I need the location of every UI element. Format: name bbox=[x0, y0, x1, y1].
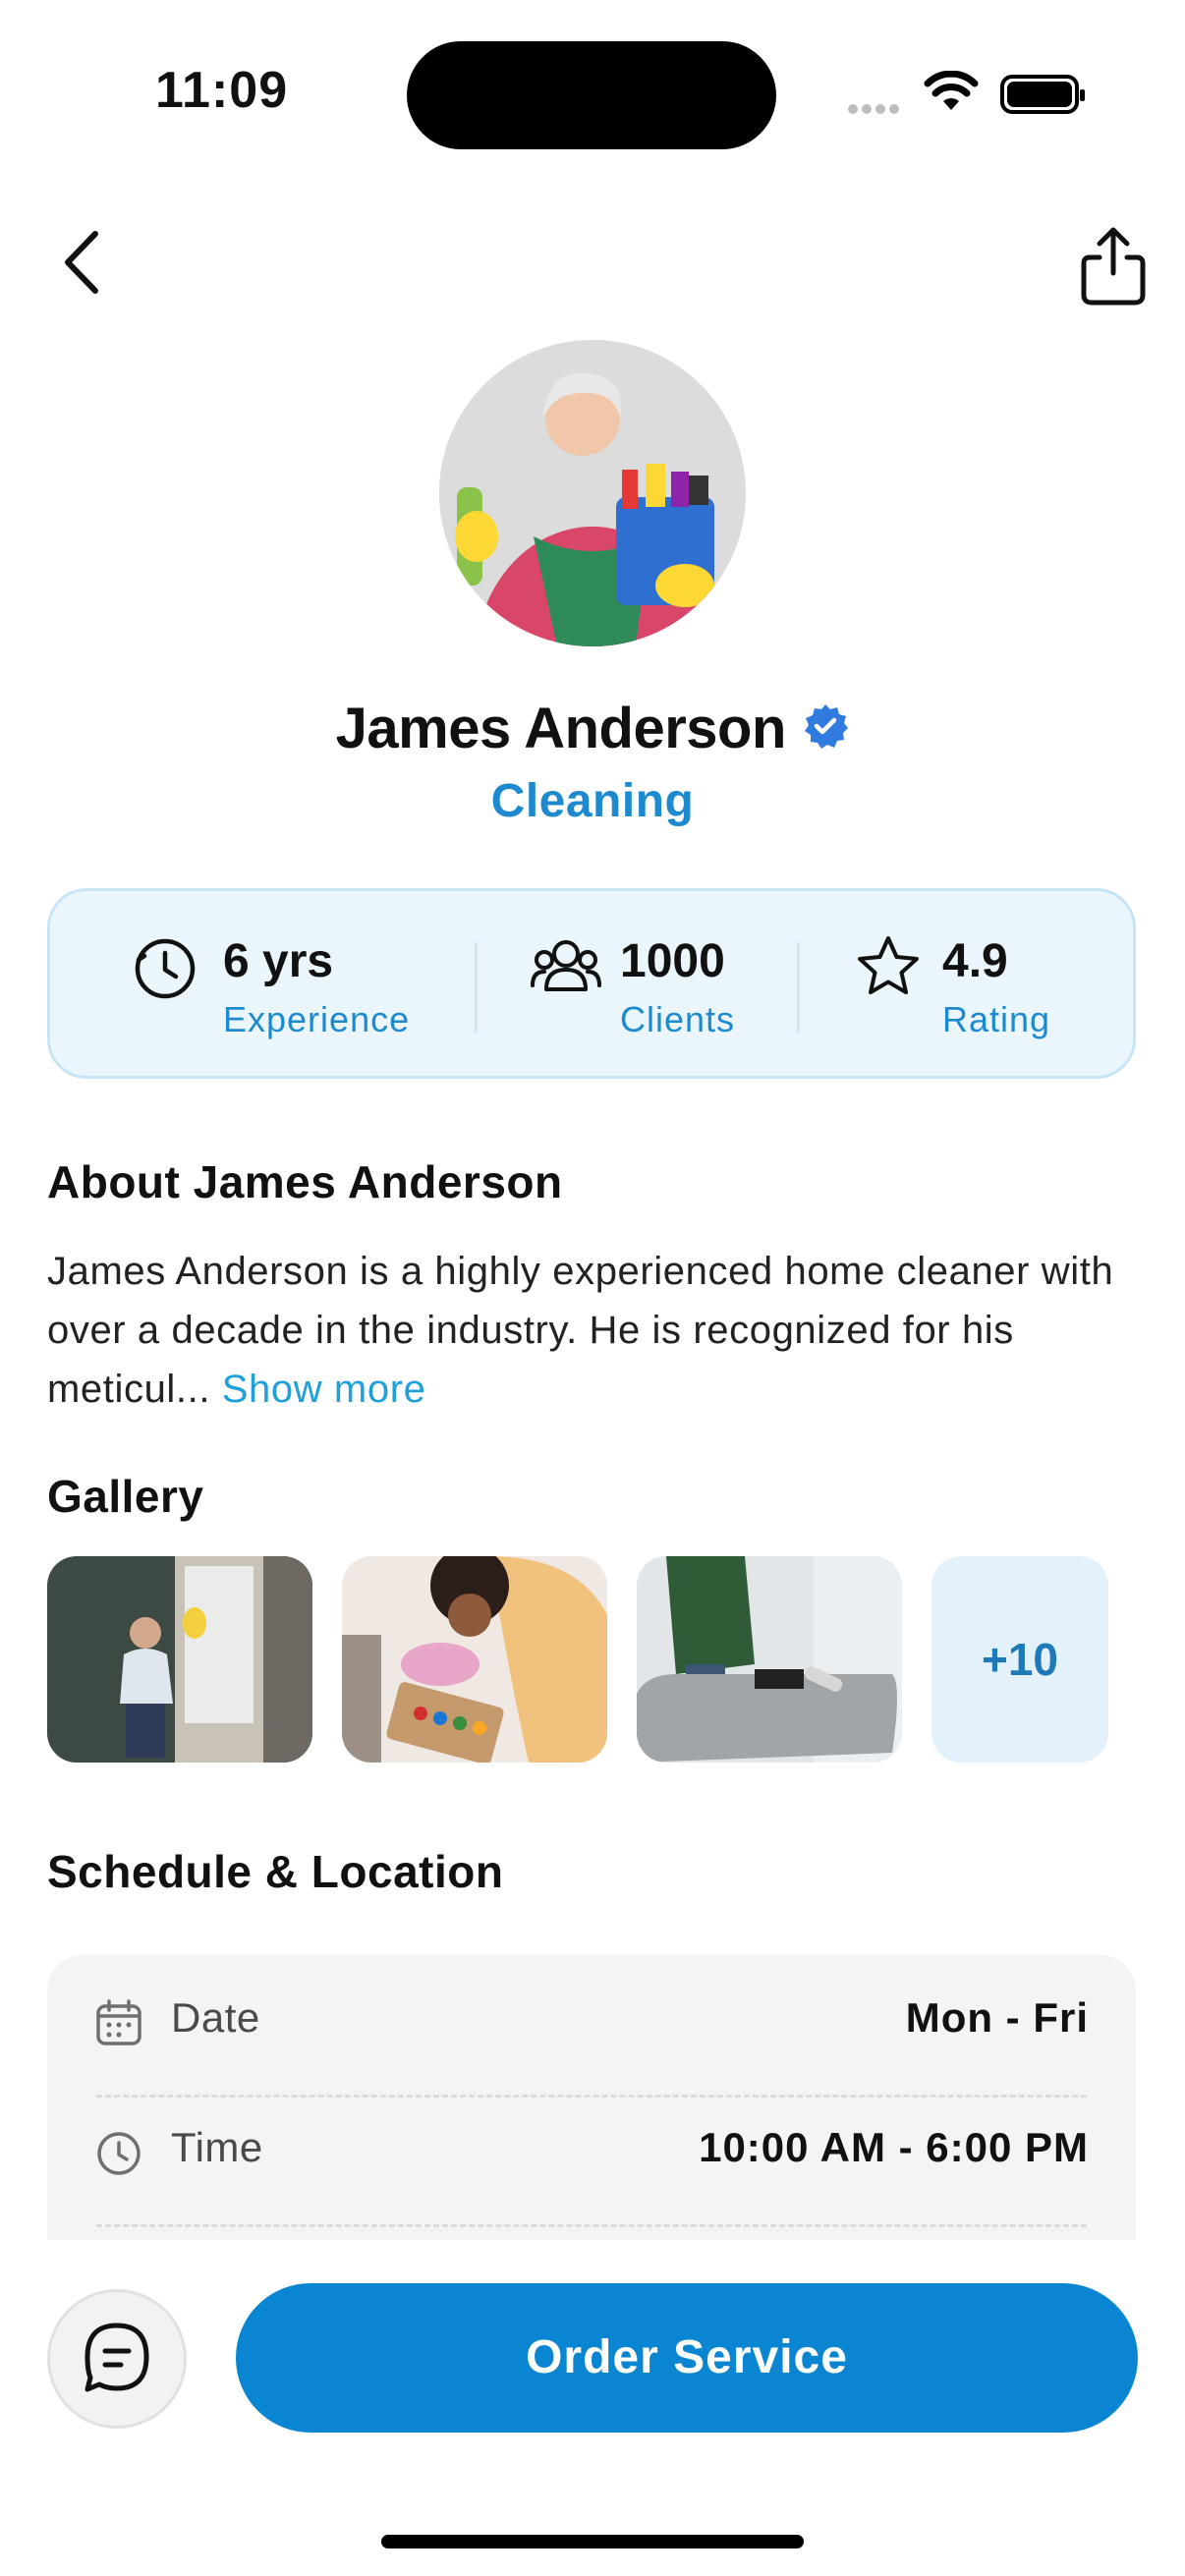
order-service-button[interactable]: Order Service bbox=[236, 2283, 1138, 2433]
stat-experience-label: Experience bbox=[223, 999, 411, 1039]
cellular-signal-icon bbox=[848, 101, 903, 119]
stat-divider bbox=[797, 942, 800, 1033]
schedule-card: Date Mon - Fri Time 10:00 AM - 6:00 PM bbox=[47, 1955, 1136, 2240]
clock-icon bbox=[97, 2132, 141, 2175]
chat-bubble-icon bbox=[85, 2323, 149, 2392]
schedule-time-value: 10:00 AM - 6:00 PM bbox=[699, 2124, 1089, 2170]
stat-rating-value: 4.9 bbox=[942, 935, 1008, 987]
share-icon bbox=[1081, 227, 1146, 306]
stat-experience-value: 6 yrs bbox=[223, 935, 334, 987]
chevron-left-icon bbox=[65, 231, 98, 294]
about-description: James Anderson is a highly experienced h… bbox=[47, 1242, 1138, 1419]
schedule-date-value: Mon - Fri bbox=[905, 1994, 1089, 2041]
row-divider bbox=[96, 2224, 1087, 2227]
gallery-photo[interactable] bbox=[47, 1556, 312, 1763]
star-icon bbox=[858, 936, 919, 994]
share-button[interactable] bbox=[1074, 224, 1153, 308]
wifi-icon bbox=[924, 70, 979, 117]
gallery-photo[interactable] bbox=[342, 1556, 607, 1763]
schedule-title: Schedule & Location bbox=[47, 1846, 504, 1897]
clock-icon bbox=[135, 938, 196, 999]
chat-button[interactable] bbox=[47, 2289, 187, 2429]
dynamic-island bbox=[407, 41, 776, 149]
calendar-icon bbox=[96, 1999, 141, 2045]
stat-divider bbox=[475, 942, 478, 1033]
back-button[interactable] bbox=[54, 228, 113, 297]
users-icon bbox=[531, 940, 601, 991]
schedule-row-date: Date Mon - Fri bbox=[47, 1955, 1136, 2085]
show-more-link[interactable]: Show more bbox=[222, 1368, 426, 1411]
stats-card: 6 yrs Experience 1000 Clients 4.9 Rating bbox=[47, 888, 1136, 1079]
stat-rating-label: Rating bbox=[942, 999, 1051, 1039]
about-text: James Anderson is a highly experienced h… bbox=[47, 1250, 1114, 1411]
provider-name: James Anderson bbox=[335, 697, 787, 760]
status-time: 11:09 bbox=[155, 62, 289, 119]
schedule-row-time: Time 10:00 AM - 6:00 PM bbox=[47, 2085, 1136, 2214]
gallery-title: Gallery bbox=[47, 1471, 204, 1522]
avatar bbox=[439, 340, 746, 646]
provider-category: Cleaning bbox=[490, 775, 695, 827]
verified-badge-icon bbox=[802, 702, 849, 755]
gallery-more-button[interactable]: +10 bbox=[931, 1556, 1108, 1763]
stat-clients-label: Clients bbox=[620, 999, 736, 1039]
battery-icon bbox=[1000, 75, 1085, 114]
stat-clients-value: 1000 bbox=[620, 935, 725, 987]
name-row: James Anderson bbox=[0, 696, 1185, 761]
schedule-time-label: Time bbox=[171, 2124, 263, 2170]
about-title: About James Anderson bbox=[47, 1156, 563, 1207]
home-indicator bbox=[381, 2535, 804, 2548]
schedule-date-label: Date bbox=[171, 1994, 260, 2041]
gallery-photo[interactable] bbox=[637, 1556, 902, 1763]
